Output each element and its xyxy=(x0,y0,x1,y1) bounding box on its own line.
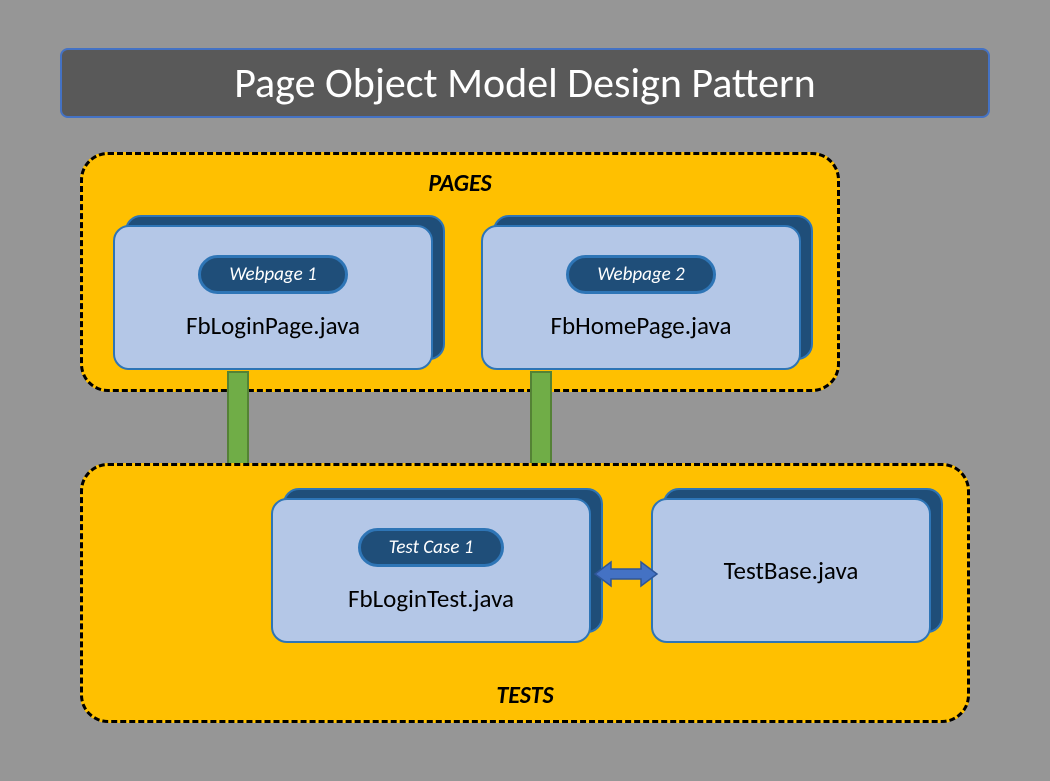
pill-webpage2: Webpage 2 xyxy=(566,255,715,294)
pill-webpage1: Webpage 1 xyxy=(198,255,347,294)
pill-label-testcase1: Test Case 1 xyxy=(389,536,474,559)
pages-container: PAGES Webpage 1 FbLoginPage.java Webpage… xyxy=(80,152,840,392)
pages-label: PAGES xyxy=(428,169,491,198)
diagram-title: Page Object Model Design Pattern xyxy=(234,58,815,109)
tests-label: TESTS xyxy=(496,681,553,710)
file-name-testbase: TestBase.java xyxy=(724,555,859,586)
file-name-page1: FbLoginPage.java xyxy=(186,310,360,341)
file-name-page2: FbHomePage.java xyxy=(551,310,732,341)
pill-label-webpage1: Webpage 1 xyxy=(229,263,316,286)
tests-container: TESTS Test Case 1 FbLoginTest.java TestB… xyxy=(80,463,970,723)
pill-label-webpage2: Webpage 2 xyxy=(597,263,684,286)
file-name-test1: FbLoginTest.java xyxy=(348,583,514,614)
title-bar: Page Object Model Design Pattern xyxy=(60,48,990,118)
page-card-webpage2: Webpage 2 FbHomePage.java xyxy=(481,225,801,370)
test-card-testbase: TestBase.java xyxy=(651,498,931,643)
page-card-webpage1: Webpage 1 FbLoginPage.java xyxy=(113,225,433,370)
test-card-testcase1: Test Case 1 FbLoginTest.java xyxy=(271,498,591,643)
arrow-bidirectional-test-testbase xyxy=(595,561,657,587)
pill-testcase1: Test Case 1 xyxy=(358,528,505,567)
